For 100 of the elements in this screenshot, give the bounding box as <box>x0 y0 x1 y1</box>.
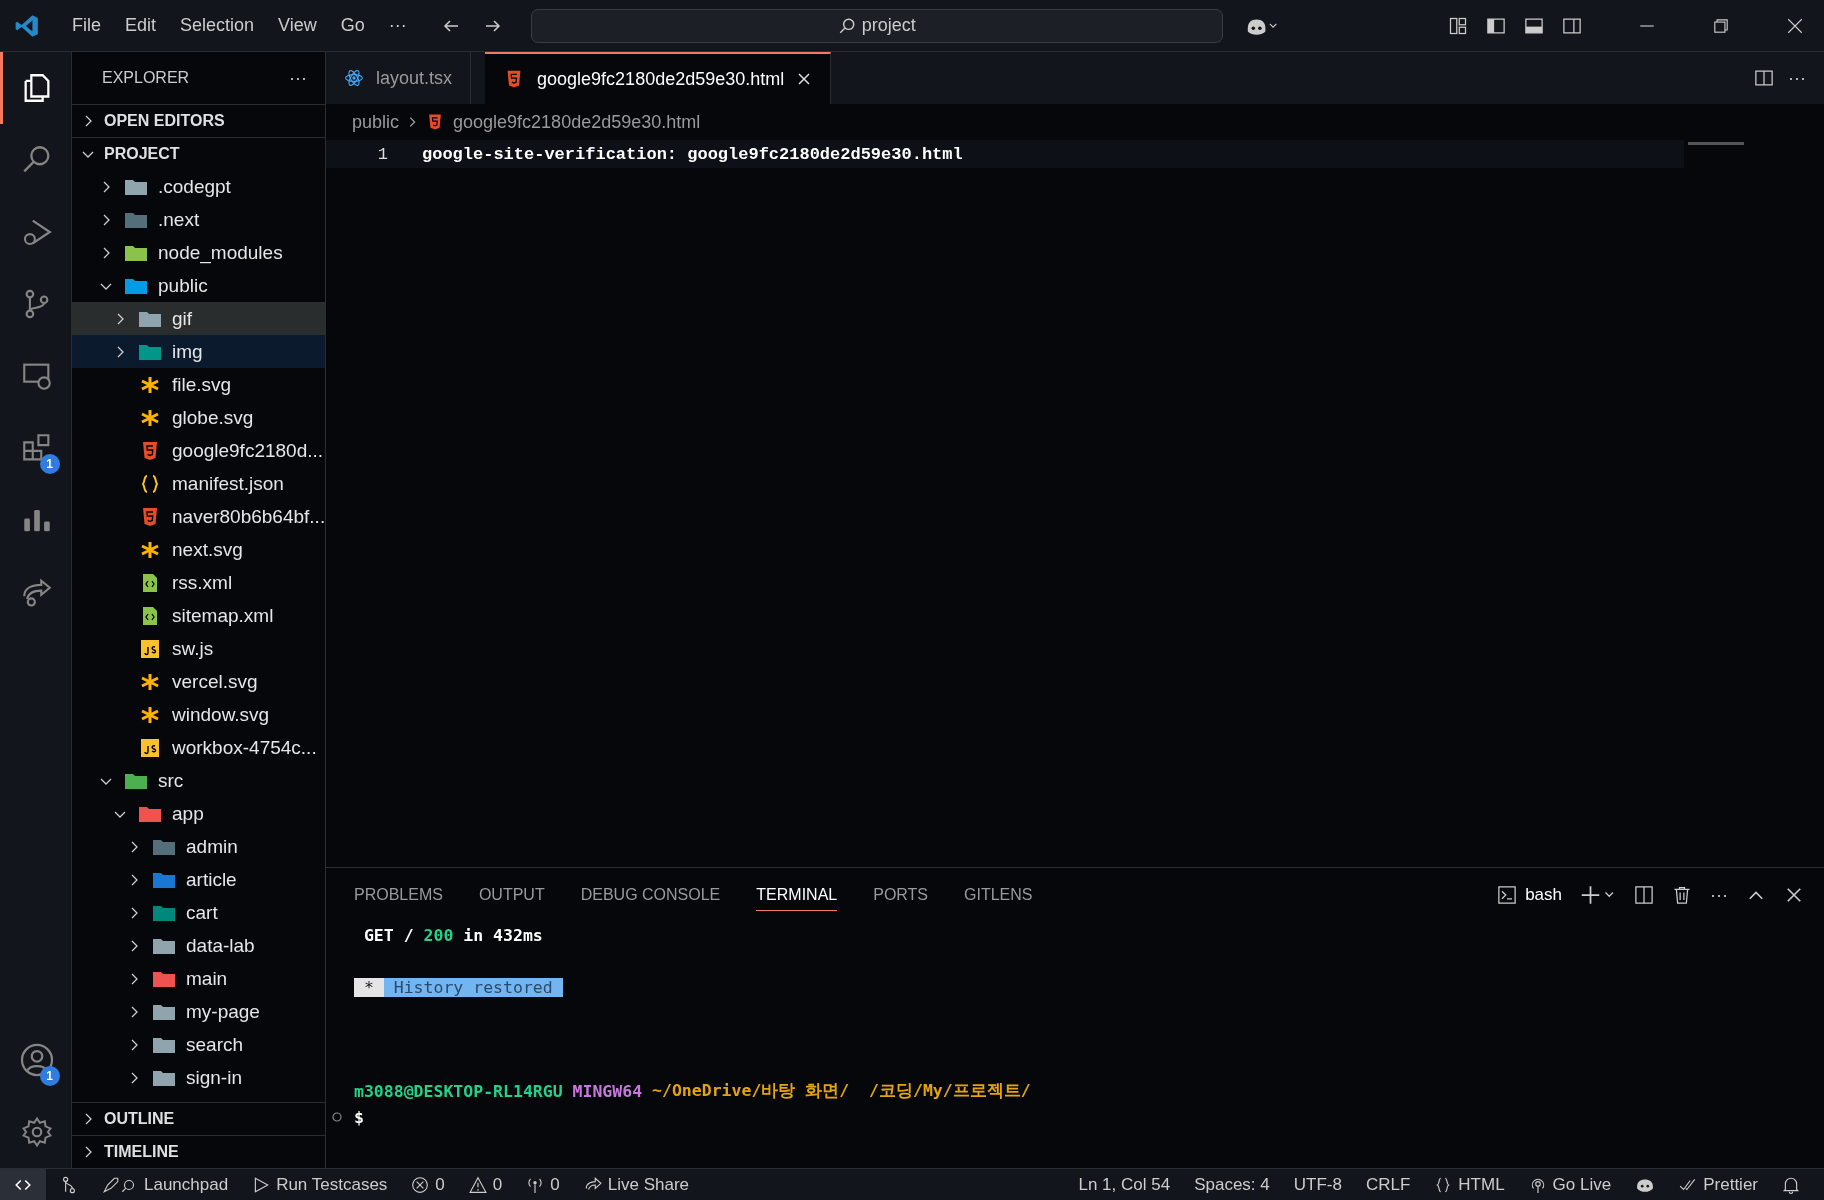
branch-icon <box>60 1175 78 1194</box>
tree-item[interactable]: google9fc2180d... <box>72 434 325 467</box>
editor-tab[interactable]: layout.tsx <box>326 52 472 104</box>
app-logo <box>14 12 40 39</box>
status-item[interactable]: Prettier <box>1669 1169 1768 1200</box>
notification-badge: 1 <box>39 1066 60 1086</box>
trash-icon[interactable] <box>1672 885 1692 905</box>
tree-item[interactable]: .codegpt <box>72 170 325 203</box>
more-actions-button[interactable]: ··· <box>289 67 307 89</box>
command-center-search[interactable]: project <box>530 8 1223 43</box>
status-item[interactable]: 0 <box>458 1169 513 1200</box>
menu-item[interactable]: File <box>60 15 113 36</box>
tree-item[interactable]: rss.xml <box>72 566 325 599</box>
status-item[interactable]: 0 <box>401 1169 455 1200</box>
menu-item[interactable]: Edit <box>113 15 169 36</box>
terminal-text: 200 <box>423 925 454 945</box>
tree-item[interactable]: admin <box>72 830 325 863</box>
panel-tab[interactable]: PROBLEMS <box>354 879 443 911</box>
tree-item[interactable]: sitemap.xml <box>72 599 325 632</box>
secondary-sidebar-icon[interactable] <box>1562 15 1582 36</box>
status-item[interactable]: Launchpad <box>92 1169 239 1200</box>
status-item[interactable]: Ln 1, Col 54 <box>1068 1169 1181 1200</box>
breadcrumb-item[interactable]: public <box>352 111 400 133</box>
status-item[interactable]: Go Live <box>1518 1169 1622 1200</box>
panel-tab[interactable]: GITLENS <box>964 879 1033 911</box>
tree-item[interactable]: app <box>72 797 325 830</box>
js-file-icon <box>138 638 162 659</box>
layout-icon[interactable] <box>1448 15 1468 36</box>
breadcrumb-item[interactable]: google9fc2180de2d59e30.html <box>425 111 701 133</box>
js-file-icon <box>138 737 162 758</box>
terminal-text: GET / <box>362 925 415 945</box>
status-item[interactable]: 0 <box>516 1169 570 1200</box>
section-header[interactable]: OPEN EDITORS <box>72 104 325 137</box>
tree-item[interactable]: gif <box>72 302 325 335</box>
section-header[interactable]: OUTLINE <box>72 1102 325 1135</box>
tree-item[interactable]: src <box>72 764 325 797</box>
tree-item[interactable]: .next <box>72 203 325 236</box>
split-editor-icon[interactable] <box>1754 68 1774 88</box>
activity-button[interactable]: 1 <box>0 1024 72 1096</box>
tree-item[interactable]: data-lab <box>72 929 325 962</box>
tree-item[interactable]: cart <box>72 896 325 929</box>
menu-item[interactable]: Go <box>328 15 377 36</box>
menu-item[interactable]: ··· <box>376 15 419 36</box>
tree-item[interactable]: sign-in <box>72 1061 325 1094</box>
sidebar-toggle-icon[interactable] <box>1486 15 1506 36</box>
status-item[interactable]: CRLF <box>1355 1169 1421 1200</box>
menu-item[interactable]: View <box>266 15 329 36</box>
status-item[interactable] <box>0 1169 46 1200</box>
terminal-text: MINGW64 <box>571 1081 643 1101</box>
status-item[interactable]: HTML <box>1424 1169 1515 1200</box>
tree-item[interactable]: img <box>72 335 325 368</box>
activity-button[interactable]: 1 <box>0 412 72 484</box>
account-icon <box>19 1042 55 1078</box>
bell-icon <box>1782 1175 1800 1194</box>
settings-icon <box>20 1115 54 1149</box>
new-terminal-icon[interactable] <box>1580 885 1616 905</box>
tree-item[interactable]: manifest.json <box>72 467 325 500</box>
more-actions-button[interactable]: ··· <box>1788 67 1806 89</box>
tree-item[interactable]: file.svg <box>72 368 325 401</box>
tree-item[interactable]: search <box>72 1028 325 1061</box>
close-tab-icon[interactable] <box>796 71 813 87</box>
status-item[interactable]: UTF-8 <box>1283 1169 1352 1200</box>
panel-tab[interactable]: PORTS <box>873 879 929 911</box>
editor-tab[interactable]: google9fc2180de2d59e30.html <box>485 52 832 104</box>
split-terminal-icon[interactable] <box>1634 885 1654 905</box>
status-item[interactable]: Live Share <box>573 1169 700 1200</box>
tree-item[interactable]: main <box>72 962 325 995</box>
terminal-icon <box>1497 885 1518 905</box>
tree-item[interactable]: globe.svg <box>72 401 325 434</box>
tree-item[interactable]: window.svg <box>72 698 325 731</box>
status-item[interactable]: Run Testcases <box>242 1169 398 1200</box>
tree-item[interactable]: vercel.svg <box>72 665 325 698</box>
section-header[interactable]: PROJECT <box>72 137 325 170</box>
status-item[interactable]: Spaces: 4 <box>1184 1169 1280 1200</box>
tree-item[interactable]: public <box>72 269 325 302</box>
tree-item[interactable]: next.svg <box>72 533 325 566</box>
restore-icon[interactable] <box>1712 16 1730 35</box>
close-panel-icon[interactable] <box>1784 885 1804 905</box>
tree-item[interactable]: workbox-4754c... <box>72 731 325 764</box>
tree-item[interactable]: article <box>72 863 325 896</box>
close-icon[interactable] <box>1786 16 1804 35</box>
terminal-shell-button[interactable]: bash <box>1497 885 1562 905</box>
menu-item[interactable]: Selection <box>168 15 267 36</box>
atom-icon <box>344 68 364 88</box>
tree-item[interactable]: sw.js <box>72 632 325 665</box>
error-icon <box>411 1175 430 1194</box>
tree-item[interactable]: my-page <box>72 995 325 1028</box>
more-actions-button[interactable]: ··· <box>1710 884 1728 906</box>
panel-tab[interactable]: OUTPUT <box>478 879 545 911</box>
tree-item[interactable]: naver80b6b64bf... <box>72 500 325 533</box>
search-icon <box>837 16 856 35</box>
warning-icon <box>468 1175 487 1194</box>
tree-item[interactable]: node_modules <box>72 236 325 269</box>
notification-badge: 1 <box>39 454 60 474</box>
terminal-text: m3088@DESKTOP-RL14RGU <box>354 1081 563 1101</box>
panel-tab[interactable]: DEBUG CONSOLE <box>580 879 721 911</box>
terminal-text: in 432ms <box>462 925 543 945</box>
line-number: 1 <box>376 144 388 164</box>
panel-tab[interactable]: TERMINAL <box>756 879 838 911</box>
panel-toggle-icon[interactable] <box>1524 15 1544 36</box>
